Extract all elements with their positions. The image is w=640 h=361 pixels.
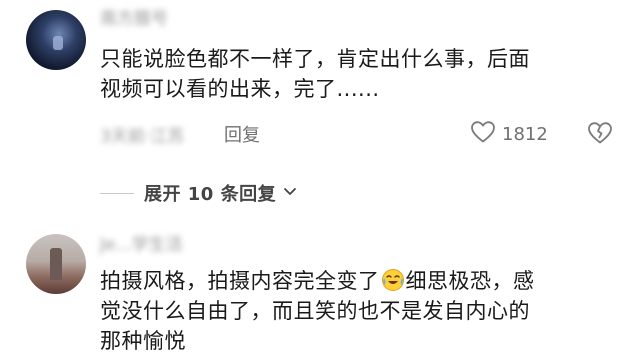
heart-icon: [470, 120, 496, 148]
comment-text-line: 视频可以看的出来，完了......: [100, 77, 380, 101]
chevron-down-icon: [282, 183, 298, 203]
comment-text-segment: 拍摄风格，拍摄内容完全变了: [100, 269, 380, 293]
broken-heart-icon: [587, 122, 613, 149]
expand-replies-label: 展开 10 条回复: [144, 184, 277, 205]
avatar[interactable]: [26, 234, 86, 294]
like-button[interactable]: 1812: [470, 120, 548, 148]
comment-text: 拍摄风格，拍摄内容完全变了 细思极恐，感 觉没什么自由了，而且笑的也不是发自内心…: [100, 266, 535, 356]
comment-text-line: 那种愉悦: [100, 329, 186, 353]
avatar[interactable]: [26, 10, 86, 70]
reply-button[interactable]: 回复: [224, 121, 260, 147]
dislike-button[interactable]: [587, 121, 613, 149]
comment-text-segment: 细思极恐，感: [405, 269, 535, 293]
comment-text-line: 只能说脸色都不一样了，肯定出什么事，后面: [100, 47, 530, 71]
crying-laughing-emoji-icon: [381, 268, 405, 292]
timestamp-location: 3天前·江苏: [100, 127, 185, 147]
comment-text-line: 觉没什么自由了，而且笑的也不是发自内心的: [100, 299, 530, 323]
expand-replies-button[interactable]: 展开 10 条回复: [100, 180, 298, 206]
divider: [100, 192, 134, 194]
username[interactable]: 南方腊号: [100, 4, 168, 29]
username[interactable]: Je...学生活: [100, 230, 183, 255]
like-count: 1812: [502, 123, 548, 145]
comment-text: 只能说脸色都不一样了，肯定出什么事，后面 视频可以看的出来，完了......: [100, 44, 530, 104]
comment-meta: 3天前·江苏 回复 1812: [100, 120, 620, 148]
comment-text-line: 拍摄风格，拍摄内容完全变了 细思极恐，感: [100, 266, 535, 296]
